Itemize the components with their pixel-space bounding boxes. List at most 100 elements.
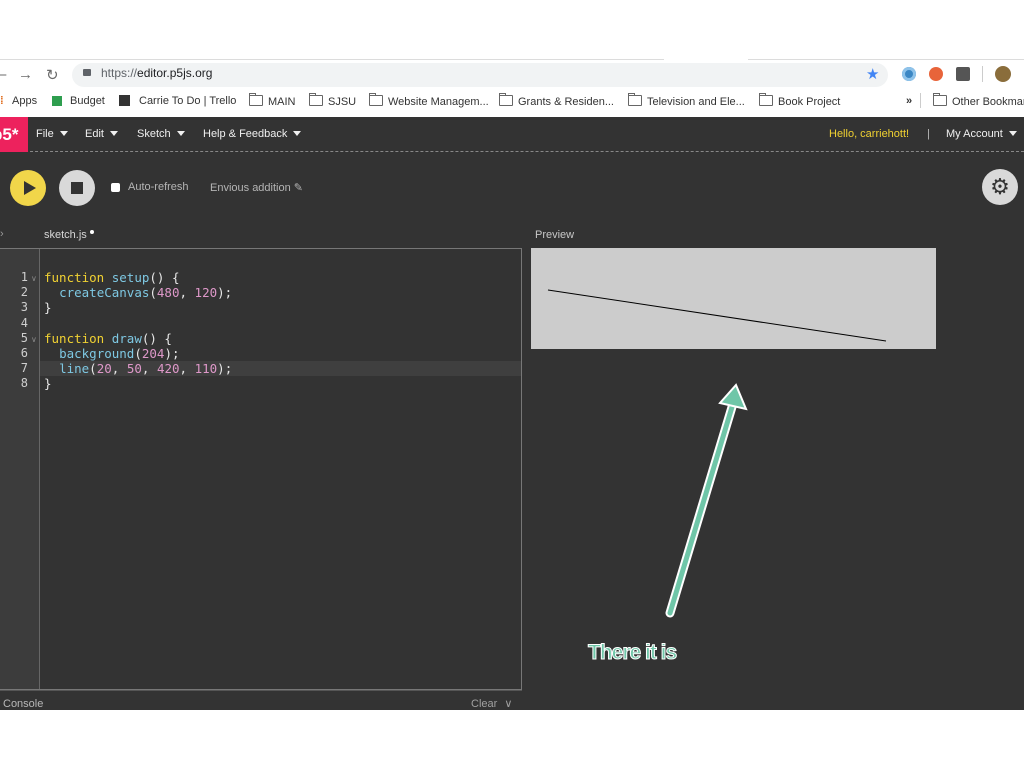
code-line-2[interactable]: createCanvas(480, 120);: [44, 285, 232, 300]
folder-icon: [499, 93, 513, 106]
caret-down-icon: [293, 131, 302, 136]
console-label[interactable]: Console: [3, 698, 43, 710]
menu-label: My Account: [946, 128, 1003, 140]
caret-down-icon: [59, 131, 68, 136]
code-line-8[interactable]: }: [44, 376, 52, 391]
code-line-1[interactable]: function setup() {: [44, 270, 180, 285]
extension-shield-icon[interactable]: [956, 67, 970, 81]
code-line-5[interactable]: function draw() {: [44, 331, 172, 346]
nav-divider: [0, 151, 1024, 152]
line-number: 6: [20, 346, 28, 360]
preview-label: Preview: [535, 229, 575, 241]
extension-eye-icon[interactable]: [902, 67, 916, 81]
menu-label: Help & Feedback: [203, 128, 288, 140]
bookmark-grants[interactable]: Grants & Residen...: [499, 93, 614, 108]
profile-avatar[interactable]: [995, 66, 1011, 82]
folder-icon: [628, 93, 642, 106]
lock-icon: [83, 69, 91, 76]
auto-refresh-checkbox[interactable]: [111, 183, 120, 192]
menu-file[interactable]: File: [36, 128, 68, 140]
url-text[interactable]: https://editor.p5js.org: [101, 66, 212, 80]
arrow-head: [718, 383, 748, 411]
bookmark-label: Book Project: [778, 96, 841, 108]
play-button[interactable]: [10, 170, 46, 206]
line-number: 7: [20, 361, 28, 375]
caret-down-icon: [176, 131, 185, 136]
trello-icon: [119, 95, 130, 106]
code-line-6[interactable]: background(204);: [44, 346, 179, 361]
caret-down-icon: [1008, 131, 1017, 136]
line-number: 4: [20, 316, 28, 330]
folder-icon: [369, 93, 383, 106]
annotation-text: There it is: [587, 641, 677, 665]
forward-arrow-icon[interactable]: →: [18, 66, 33, 83]
sidebar-expand-chevron-icon[interactable]: ›: [0, 228, 4, 240]
my-account-menu[interactable]: My Account: [946, 128, 1017, 140]
bookmark-label: Other Bookmar: [952, 96, 1024, 108]
nav-separator: |: [927, 128, 930, 140]
code-editor[interactable]: [0, 248, 522, 690]
line-number: 2: [20, 285, 28, 299]
chevron-down-icon[interactable]: ∨: [504, 698, 512, 710]
p5-logo[interactable]: p5*: [0, 117, 28, 152]
auto-refresh-label[interactable]: Auto-refresh: [128, 181, 189, 193]
line-number: 3: [20, 300, 28, 314]
line-number: 5: [20, 331, 28, 345]
menu-label: File: [36, 128, 54, 140]
bookmark-budget[interactable]: Budget: [70, 95, 105, 107]
file-tab-sketch-js[interactable]: sketch.js: [44, 229, 94, 241]
menu-help[interactable]: Help & Feedback: [203, 128, 302, 140]
line-number: 8: [20, 376, 28, 390]
bookmark-star-icon[interactable]: ★: [866, 65, 879, 83]
more-bookmarks-chevron[interactable]: »: [906, 95, 912, 107]
bookmark-label: Website Managem...: [388, 96, 489, 108]
unsaved-dot-icon: [89, 230, 94, 234]
bookmark-label: MAIN: [268, 96, 296, 108]
url-host: editor.p5js.org: [137, 66, 213, 80]
menu-sketch[interactable]: Sketch: [137, 128, 185, 140]
sheets-icon: [52, 96, 62, 106]
bookmark-apps[interactable]: Apps: [12, 95, 37, 107]
bookmark-sjsu[interactable]: SJSU: [309, 93, 356, 108]
clear-console-button[interactable]: Clear ∨: [471, 697, 512, 710]
bookmark-website[interactable]: Website Managem...: [369, 93, 489, 108]
apps-grid-icon: ⁞: [0, 95, 4, 107]
folder-icon: [759, 93, 773, 106]
pencil-icon[interactable]: ✎: [294, 182, 303, 194]
bookmarks-bar: ⁞ Apps Budget Carrie To Do | Trello MAIN…: [0, 93, 1024, 110]
arrow-shaft: [667, 404, 735, 616]
window-edge: [748, 59, 1024, 60]
code-line-3[interactable]: }: [44, 300, 52, 315]
window-edge: [0, 59, 664, 60]
preview-canvas[interactable]: [531, 248, 936, 349]
settings-gear-icon[interactable]: ⚙: [982, 169, 1018, 205]
bookmark-television[interactable]: Television and Ele...: [628, 93, 745, 108]
tab-label: sketch.js: [44, 229, 87, 241]
bookmark-main[interactable]: MAIN: [249, 93, 296, 108]
sketch-name[interactable]: Envious addition ✎: [210, 181, 303, 194]
fold-chevron-icon[interactable]: ∨: [31, 335, 37, 344]
bookmark-label: Grants & Residen...: [518, 96, 614, 108]
bookmark-other[interactable]: Other Bookmar: [933, 93, 1024, 108]
back-arrow-icon[interactable]: ‒: [0, 66, 6, 83]
console-bar: [0, 690, 522, 711]
extension-duck-icon[interactable]: [929, 67, 943, 81]
line-gutter: [0, 249, 40, 689]
sketch-name-text: Envious addition: [210, 182, 291, 194]
logo-text: p5*: [0, 125, 19, 144]
code-line-7[interactable]: line(20, 50, 420, 110);: [44, 361, 232, 376]
annotation-arrow: [665, 383, 748, 618]
stop-button[interactable]: [59, 170, 95, 206]
menu-edit[interactable]: Edit: [85, 128, 118, 140]
caret-down-icon: [109, 131, 118, 136]
line-number: 1: [20, 270, 28, 284]
folder-icon: [933, 93, 947, 106]
slide-margin: [0, 710, 1024, 768]
bookmark-trello[interactable]: Carrie To Do | Trello: [139, 95, 236, 107]
bookmark-book-project[interactable]: Book Project: [759, 93, 841, 108]
bookmark-divider: [920, 93, 921, 108]
fold-chevron-icon[interactable]: ∨: [31, 274, 37, 283]
toolbar-divider: [982, 66, 983, 82]
reload-icon[interactable]: ↻: [46, 66, 59, 84]
user-greeting[interactable]: Hello, carriehott!: [829, 128, 909, 140]
